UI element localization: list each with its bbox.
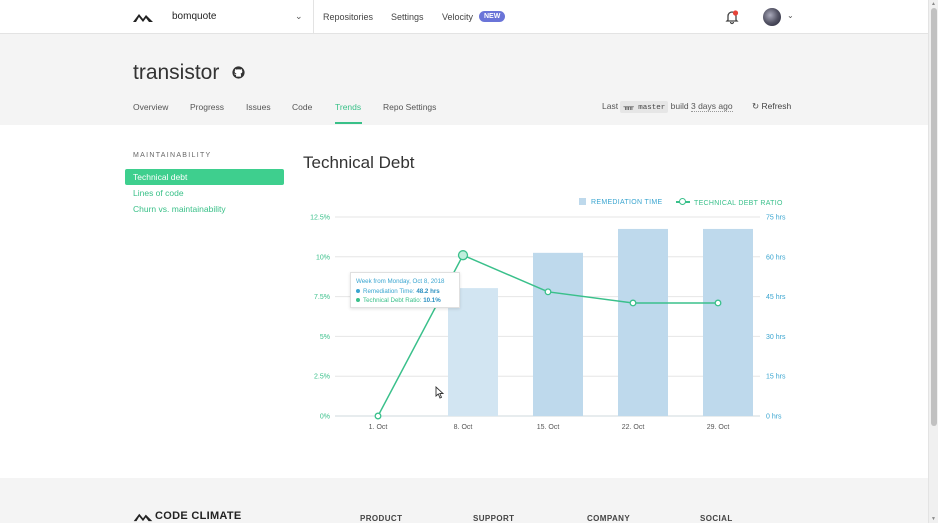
- tab-issues[interactable]: Issues: [246, 102, 271, 112]
- branch-tag: ᚅ master: [620, 101, 669, 113]
- tab-trends[interactable]: Trends: [335, 102, 361, 112]
- y-right-tick-label: 15 hrs: [766, 374, 786, 381]
- last-build-info: Last ᚅ master build 3 days ago: [602, 101, 733, 113]
- tooltip-rem-label: Remediation Time:: [363, 287, 415, 295]
- chart-tooltip: Week from Monday, Oct 8, 2018 Remediatio…: [350, 272, 460, 308]
- chart-bar: [618, 228, 668, 416]
- footer-col-product: PRODUCT: [360, 514, 403, 523]
- build-label: build: [670, 101, 689, 111]
- y-right-tick-label: 75 hrs: [766, 215, 786, 222]
- y-left-tick-label: 5%: [320, 334, 330, 341]
- codeclimate-logo-icon[interactable]: [133, 10, 153, 24]
- tooltip-rem-value: 48.2 hrs: [416, 287, 440, 295]
- tab-code[interactable]: Code: [292, 102, 312, 112]
- tooltip-dot: [356, 288, 360, 293]
- ratio-point: [374, 412, 382, 420]
- legend-swatch: [579, 198, 586, 205]
- tooltip-dot: [356, 298, 360, 302]
- scroll-down-arrow-icon[interactable]: ▼: [931, 516, 936, 522]
- active-tab-indicator: [335, 122, 362, 124]
- scrollbar-thumb[interactable]: [931, 8, 937, 426]
- sidebar-item-churn[interactable]: Churn vs. maintainability: [125, 201, 284, 217]
- tooltip-ratio-value: 10.1%: [423, 297, 441, 304]
- x-tick-label: 8. Oct: [454, 424, 473, 431]
- y-right-tick-label: 60 hrs: [766, 254, 786, 261]
- y-left-tick-label: 12.5%: [310, 215, 330, 222]
- new-badge: NEW: [479, 11, 506, 22]
- footer-col-company: COMPANY: [587, 514, 631, 523]
- x-tick-label: 1. Oct: [369, 424, 388, 431]
- chevron-down-icon[interactable]: ⌄: [295, 11, 303, 22]
- nav-velocity[interactable]: Velocity: [442, 12, 473, 22]
- y-right-tick-label: 45 hrs: [766, 294, 786, 301]
- scroll-up-arrow-icon[interactable]: ▲: [931, 1, 936, 7]
- x-tick-label: 15. Oct: [537, 424, 560, 431]
- footer-brand: CODE CLIMATE: [155, 510, 242, 522]
- ratio-point: [629, 299, 637, 307]
- nav-divider: [313, 0, 314, 34]
- mouse-cursor-icon: [435, 386, 444, 399]
- y-left-tick-label: 7.5%: [314, 294, 330, 301]
- y-left-tick-label: 0%: [320, 414, 330, 421]
- repo-header: transistor Overview Progress Issues Code…: [0, 34, 928, 125]
- build-ago: 3 days ago: [690, 101, 733, 112]
- y-right-tick-label: 0 hrs: [766, 414, 782, 421]
- nav-settings[interactable]: Settings: [391, 12, 424, 22]
- ratio-point: [544, 288, 552, 296]
- ratio-point: [457, 250, 469, 261]
- tab-repo-settings[interactable]: Repo Settings: [383, 102, 436, 112]
- refresh-button[interactable]: ↻ Refresh: [752, 101, 791, 112]
- branch-name: master: [638, 104, 666, 112]
- tooltip-ratio-label: Technical Debt Ratio:: [363, 297, 422, 304]
- footer-col-social: SOCIAL: [700, 514, 733, 523]
- sidebar-item-technical-debt[interactable]: Technical debt: [125, 169, 284, 185]
- tab-progress[interactable]: Progress: [190, 102, 224, 112]
- chart-bar: [703, 228, 753, 416]
- page-scrollbar[interactable]: ▲ ▼: [928, 0, 938, 523]
- repo-title: transistor: [133, 61, 220, 84]
- branch-icon: ᚅ: [623, 104, 634, 112]
- github-icon[interactable]: [232, 66, 245, 79]
- y-left-tick-label: 10%: [316, 254, 330, 261]
- refresh-label: Refresh: [761, 101, 792, 111]
- footer: CODE CLIMATE PRODUCT SUPPORT COMPANY SOC…: [0, 478, 928, 523]
- last-label: Last: [602, 101, 619, 111]
- x-tick-label: 22. Oct: [622, 424, 645, 431]
- x-tick-label: 29. Oct: [707, 424, 730, 431]
- tooltip-week: Week from Monday, Oct 8, 2018: [356, 278, 445, 285]
- sidebar-heading: MAINTAINABILITY: [133, 152, 212, 159]
- footer-col-support: SUPPORT: [473, 514, 515, 523]
- page-title: Technical Debt: [303, 153, 415, 172]
- top-nav: bomquote ⌄ Repositories Settings Velocit…: [0, 0, 928, 34]
- ratio-point: [714, 299, 722, 307]
- tab-overview[interactable]: Overview: [133, 102, 168, 112]
- technical-debt-chart: 0% 0 hrs 2.5% 15 hrs 5% 30 hrs 7.5% 45 hrs 10% 60…: [310, 215, 786, 432]
- codeclimate-logo-icon[interactable]: [133, 510, 153, 523]
- nav-repositories[interactable]: Repositories: [323, 12, 373, 22]
- org-switcher[interactable]: bomquote: [172, 11, 216, 22]
- chevron-down-icon[interactable]: ⌄: [787, 11, 794, 20]
- tooltip-remediation: Remediation Time: 48.2 hrs: [356, 287, 454, 297]
- chart-bar: [533, 252, 583, 416]
- tooltip-ratio: Technical Debt Ratio: 10.1%: [356, 296, 454, 306]
- avatar[interactable]: [763, 8, 781, 26]
- bell-icon[interactable]: [724, 9, 740, 25]
- refresh-icon: ↻: [752, 101, 760, 111]
- y-right-tick-label: 30 hrs: [766, 334, 786, 341]
- sidebar-item-lines-of-code[interactable]: Lines of code: [125, 185, 284, 201]
- y-left-tick-label: 2.5%: [314, 374, 330, 381]
